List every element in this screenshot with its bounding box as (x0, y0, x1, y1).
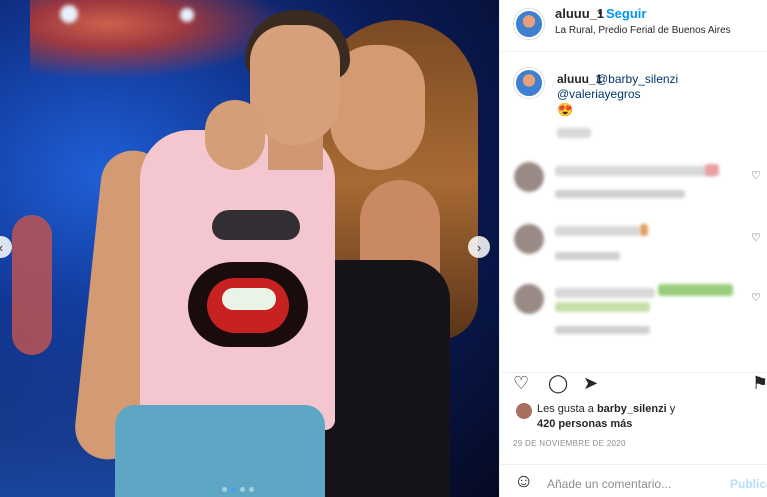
caption-avatar[interactable] (514, 68, 544, 98)
hugging-hand (205, 100, 265, 170)
liker-avatar[interactable] (516, 403, 532, 419)
comment-item: ♡ (500, 282, 767, 334)
blurred-comment-text (555, 166, 715, 176)
like-icon[interactable]: ♡ (513, 373, 529, 394)
shirt-mustache-print (212, 210, 300, 240)
post-photo[interactable]: ‹ › (0, 0, 499, 497)
share-icon[interactable]: ➤ (583, 373, 598, 394)
mention-link[interactable]: @valeriayegros (557, 87, 641, 101)
likes-others-link[interactable]: 420 personas más (537, 418, 632, 430)
comment-item: ♡ (500, 222, 767, 272)
publish-button[interactable]: Publica (730, 477, 767, 491)
blurred-comment-meta (555, 190, 685, 198)
commenter-avatar[interactable] (514, 284, 544, 314)
chevron-right-icon: › (476, 239, 482, 255)
action-bar: ♡ ◯ ➤ ⚑ (500, 372, 767, 396)
blurred-comment-meta (555, 326, 650, 334)
location-link[interactable]: La Rural, Predio Ferial de Buenos Aires (555, 25, 731, 36)
pager-dot-active (231, 487, 236, 492)
woman-left-jeans (115, 405, 325, 497)
save-icon[interactable]: ⚑ (752, 373, 767, 394)
comment-icon[interactable]: ◯ (548, 373, 568, 394)
likes-suffix: y (669, 403, 676, 415)
post-header: aluuu_1 • Seguir La Rural, Predio Ferial… (500, 0, 767, 52)
pager-dot (249, 487, 254, 492)
author-avatar[interactable] (514, 9, 544, 39)
blurred-emoji-row (658, 284, 733, 296)
commenter-avatar[interactable] (514, 224, 544, 254)
emoji-picker-icon[interactable]: ☺ (514, 471, 533, 493)
separator-dot: • (598, 5, 603, 20)
comment-item: ♡ (500, 160, 767, 210)
light-spot (60, 5, 78, 23)
post-date[interactable]: 29 DE NOVIEMBRE DE 2020 (513, 439, 626, 448)
author-username[interactable]: aluuu_1 (555, 6, 604, 21)
blurred-comment-meta (555, 252, 620, 260)
pager-dot (240, 487, 245, 492)
heart-eyes-emoji: 😍 (557, 102, 574, 117)
follow-button[interactable]: Seguir (606, 6, 646, 21)
likes-summary: Les gusta a barby_silenzi y (537, 403, 675, 415)
add-comment-row: ☺ Añade un comentario... Publica (500, 464, 767, 497)
blurred-emoji (705, 164, 719, 176)
carousel-pager (222, 487, 254, 492)
mention-link[interactable]: @barby_silenzi (596, 72, 678, 86)
likes-prefix: Les gusta a (537, 403, 594, 415)
pager-dot (222, 487, 227, 492)
blurred-comment-text (555, 226, 640, 236)
blurred-comment-text (555, 288, 655, 298)
comment-like-icon[interactable]: ♡ (751, 169, 761, 182)
comment-like-icon[interactable]: ♡ (751, 291, 761, 304)
comment-input[interactable]: Añade un comentario... (547, 477, 671, 491)
post-sidebar: aluuu_1 • Seguir La Rural, Predio Ferial… (499, 0, 767, 497)
comment-like-icon[interactable]: ♡ (751, 231, 761, 244)
blurred-emoji-row (555, 302, 650, 312)
blurred-caption-text (557, 128, 591, 138)
blurred-emoji (640, 224, 648, 236)
carousel-next-button[interactable]: › (468, 236, 490, 258)
carousel-prev-button[interactable]: ‹ (0, 236, 12, 258)
commenter-avatar[interactable] (514, 162, 544, 192)
light-spot (180, 8, 194, 22)
liker-username[interactable]: barby_silenzi (597, 403, 667, 415)
shirt-teeth (222, 288, 276, 310)
chevron-left-icon: ‹ (0, 240, 3, 255)
background-person (12, 215, 52, 355)
